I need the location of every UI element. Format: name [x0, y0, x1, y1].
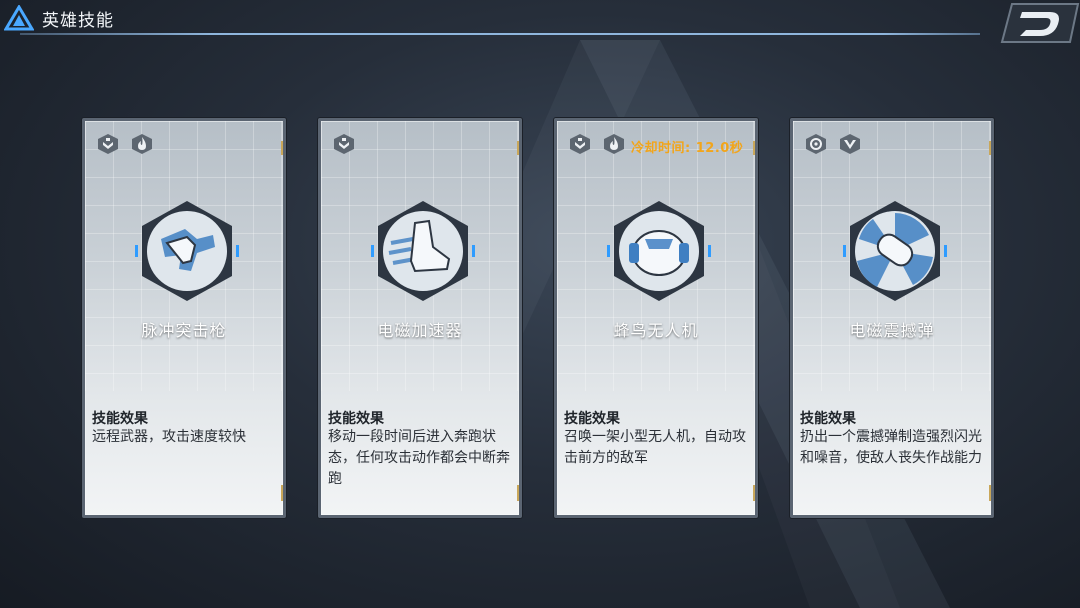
- game-logo-icon: [4, 5, 34, 31]
- effect-title: 技能效果: [800, 411, 856, 427]
- effect-title: 技能效果: [92, 411, 148, 427]
- skill-card-em-accelerator[interactable]: 电磁加速器 技能效果 移动一段时间后进入奔跑状态，任何攻击动作都会中断奔跑: [318, 118, 522, 518]
- skill-name: 电磁震撼弹: [849, 321, 935, 340]
- effect-description: 移动一段时间后进入奔跑状态，任何攻击动作都会中断奔跑: [328, 429, 510, 487]
- skill-card-em-shock-grenade[interactable]: 电磁震撼弹 技能效果 扔出一个震撼弹制造强烈闪光和噪音，使敌人丧失作战能力: [790, 118, 994, 518]
- effect-description: 远程武器，攻击速度较快: [92, 429, 246, 445]
- header-divider: [20, 33, 980, 35]
- effect-title: 技能效果: [564, 411, 620, 427]
- shock-grenade-icon: [843, 201, 947, 301]
- drone-icon: [607, 201, 711, 301]
- down-chevron-diamond-icon: [98, 134, 118, 154]
- card-trim: [753, 485, 755, 501]
- skill-name: 电磁加速器: [377, 321, 463, 340]
- card-trim: [753, 141, 755, 155]
- skill-name: 脉冲突击枪: [141, 321, 227, 340]
- target-ring-icon: [806, 134, 826, 154]
- card-trim: [989, 485, 991, 501]
- card-trim: [281, 485, 283, 501]
- effect-title: 技能效果: [328, 411, 384, 427]
- card-trim: [989, 141, 991, 155]
- effect-description: 召唤一架小型无人机，自动攻击前方的敌军: [564, 429, 746, 466]
- skill-card-hummingbird-drone[interactable]: 冷却时间: 12.0秒 蜂鸟无人机 技能效果 召唤一架小型无人机，自动攻击前方的…: [554, 118, 758, 518]
- cooldown-label: 冷却时间: 12.0秒: [631, 141, 744, 156]
- pulse-rifle-icon: [135, 201, 239, 301]
- flame-icon: [132, 134, 152, 154]
- boot-accelerator-icon: [371, 201, 475, 301]
- flame-icon: [604, 134, 624, 154]
- down-chevron-diamond-icon: [334, 134, 354, 154]
- skill-name: 蜂鸟无人机: [613, 321, 699, 340]
- card-trim: [281, 141, 283, 155]
- card-trim: [517, 485, 519, 501]
- down-chevron-diamond-icon: [570, 134, 590, 154]
- v-chevron-icon: [840, 134, 860, 154]
- effect-description: 扔出一个震撼弹制造强烈闪光和噪音，使敌人丧失作战能力: [800, 429, 982, 466]
- page-title: 英雄技能: [42, 11, 114, 31]
- back-button[interactable]: [998, 0, 1080, 46]
- top-bar: 英雄技能: [0, 0, 1080, 43]
- skill-card-pulse-rifle[interactable]: 脉冲突击枪 技能效果 远程武器，攻击速度较快: [82, 118, 286, 518]
- card-trim: [517, 141, 519, 155]
